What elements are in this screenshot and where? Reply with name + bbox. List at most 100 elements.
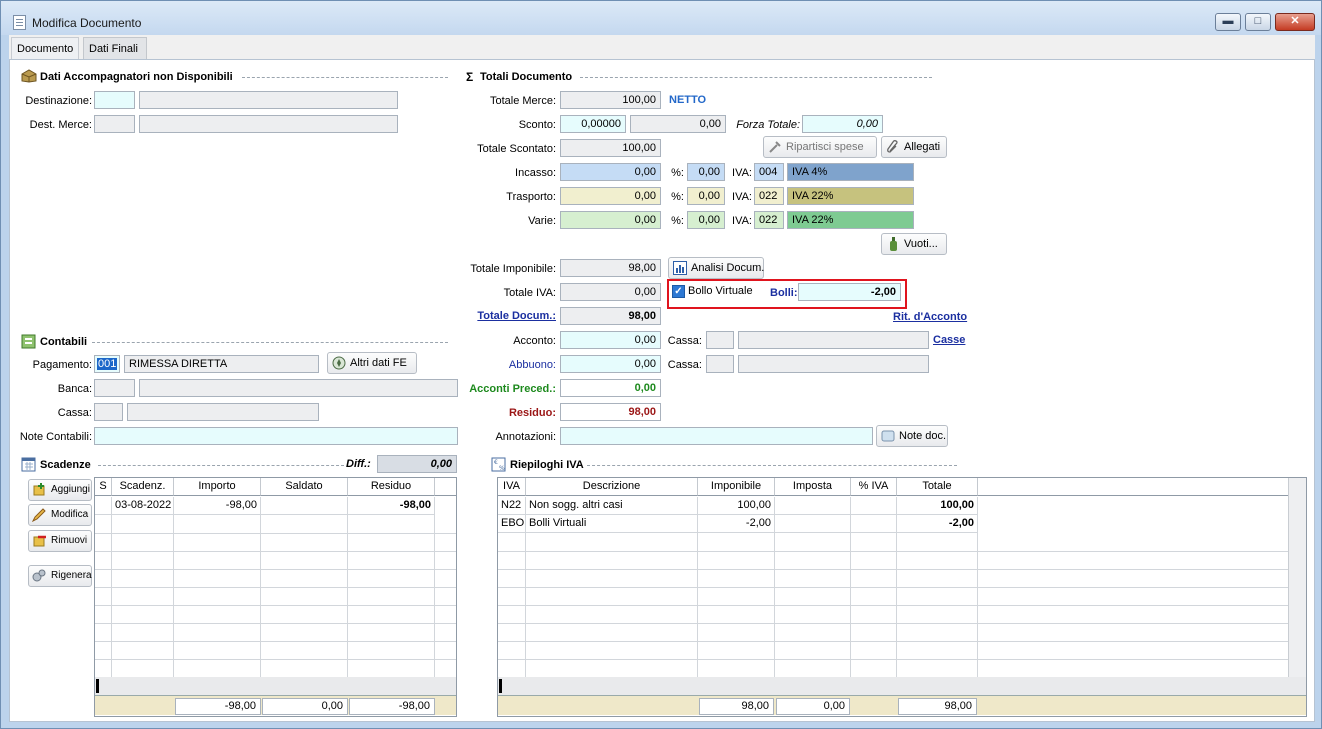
rigenera-button[interactable]: Rigenera — [28, 565, 92, 587]
table-cell[interactable] — [851, 497, 897, 515]
banca-code-input[interactable] — [94, 379, 135, 397]
trasporto-iva-code[interactable]: 022 — [754, 187, 784, 205]
table-cell[interactable]: -98,00 — [348, 497, 435, 515]
incasso-iva-code[interactable]: 004 — [754, 163, 784, 181]
analisi-docum-button[interactable]: Analisi Docum. — [668, 257, 764, 279]
note-contabili-input[interactable] — [94, 427, 458, 445]
vuoti-button[interactable]: Vuoti... — [881, 233, 947, 255]
destinazione-desc-input[interactable] — [139, 91, 398, 109]
table-cell[interactable]: Non sogg. altri casi — [526, 497, 698, 515]
incasso-input[interactable]: 0,00 — [560, 163, 661, 181]
maximize-button[interactable]: □ — [1245, 13, 1271, 31]
rit-acconto-link[interactable]: Rit. d'Acconto — [893, 311, 967, 323]
abbuono-input[interactable]: 0,00 — [560, 355, 661, 373]
dest-merce-code-input[interactable] — [94, 115, 135, 133]
totale-merce-field[interactable]: 100,00 — [560, 91, 661, 109]
residuo-field[interactable]: 98,00 — [560, 403, 661, 421]
col-header[interactable]: % IVA — [851, 478, 897, 496]
table-cell[interactable] — [95, 497, 112, 515]
totale-imponibile-field[interactable]: 98,00 — [560, 259, 661, 277]
incasso-iva-desc[interactable]: IVA 4% — [787, 163, 914, 181]
table-cell[interactable] — [261, 497, 348, 515]
col-header[interactable]: Descrizione — [526, 478, 698, 496]
abbuono-cassa-desc[interactable] — [738, 355, 929, 373]
acconti-preced-field[interactable]: 0,00 — [560, 379, 661, 397]
vertical-scrollbar[interactable] — [1288, 478, 1306, 677]
totale-docum-link[interactable]: Totale Docum.: — [470, 310, 556, 322]
minimize-button[interactable]: ▬ — [1215, 13, 1241, 31]
paperclip-icon — [887, 140, 898, 153]
table-cell[interactable]: Bolli Virtuali — [526, 515, 698, 533]
tab-documento[interactable]: Documento — [11, 37, 80, 59]
horizontal-scrollbar[interactable] — [498, 677, 1306, 695]
note-doc-button[interactable]: Note doc. — [876, 425, 948, 447]
col-header[interactable]: Residuo — [348, 478, 435, 496]
altri-dati-fe-button[interactable]: Altri dati FE — [327, 352, 417, 374]
trasporto-pct-input[interactable]: 0,00 — [687, 187, 725, 205]
ripartisci-spese-button[interactable]: Ripartisci spese — [763, 136, 877, 158]
col-header[interactable]: Scadenz. — [112, 478, 174, 496]
varie-input[interactable]: 0,00 — [560, 211, 661, 229]
varie-iva-desc[interactable]: IVA 22% — [787, 211, 914, 229]
table-cell[interactable]: 100,00 — [698, 497, 775, 515]
table-cell[interactable]: 100,00 — [897, 497, 978, 515]
destinazione-code-input[interactable] — [94, 91, 135, 109]
acconto-cassa-desc[interactable] — [738, 331, 929, 349]
totale-iva-field[interactable]: 0,00 — [560, 283, 661, 301]
table-cell[interactable]: -2,00 — [698, 515, 775, 533]
bolli-input[interactable]: -2,00 — [798, 283, 901, 301]
table-cell[interactable]: -98,00 — [174, 497, 261, 515]
col-header[interactable]: Totale — [897, 478, 978, 496]
row-line — [95, 605, 456, 606]
col-header[interactable]: Saldato — [261, 478, 348, 496]
dest-merce-desc-input[interactable] — [139, 115, 398, 133]
table-cell[interactable]: N22 — [498, 497, 526, 515]
col-line — [260, 515, 261, 677]
diff-field[interactable]: 0,00 — [377, 455, 457, 473]
sconto-pct-input[interactable]: 0,00000 — [560, 115, 626, 133]
totale-scontato-field[interactable]: 100,00 — [560, 139, 661, 157]
cassa-label: Cassa: — [57, 407, 92, 419]
col-header[interactable]: Imposta — [775, 478, 851, 496]
table-cell[interactable] — [775, 515, 851, 533]
acconto-cassa-code[interactable] — [706, 331, 734, 349]
horizontal-scrollbar[interactable] — [95, 677, 456, 695]
sconto-value-field[interactable]: 0,00 — [630, 115, 726, 133]
casse-link[interactable]: Casse — [933, 334, 965, 346]
modifica-button[interactable]: Modifica — [28, 504, 92, 526]
forza-totale-input[interactable]: 0,00 — [802, 115, 883, 133]
aggiungi-button[interactable]: Aggiungi — [28, 479, 92, 501]
allegati-button[interactable]: Allegati — [881, 136, 947, 158]
annotazioni-input[interactable] — [560, 427, 873, 445]
varie-pct-input[interactable]: 0,00 — [687, 211, 725, 229]
col-header[interactable]: Importo — [174, 478, 261, 496]
trasporto-input[interactable]: 0,00 — [560, 187, 661, 205]
abbuono-cassa-code[interactable] — [706, 355, 734, 373]
rimuovi-button[interactable]: Rimuovi — [28, 530, 92, 552]
riepiloghi-grid[interactable]: IVA Descrizione Imponibile Imposta % IVA… — [497, 477, 1307, 717]
bollo-virtuale-checkbox[interactable]: ✓ — [672, 285, 685, 298]
tab-dati-finali[interactable]: Dati Finali — [83, 37, 147, 59]
table-cell[interactable]: EBO — [498, 515, 526, 533]
varie-iva-label: IVA: — [732, 215, 752, 227]
table-cell[interactable]: 03-08-2022 — [112, 497, 174, 515]
close-button[interactable]: ✕ — [1275, 13, 1315, 31]
scadenze-grid[interactable]: S Scadenz. Importo Saldato Residuo 03-08… — [94, 477, 457, 717]
cassa-desc-input[interactable] — [127, 403, 319, 421]
totale-docum-field[interactable]: 98,00 — [560, 307, 661, 325]
col-header[interactable]: IVA — [498, 478, 526, 496]
banca-desc-input[interactable] — [139, 379, 458, 397]
table-cell[interactable] — [851, 515, 897, 533]
incasso-pct-input[interactable]: 0,00 — [687, 163, 725, 181]
col-header[interactable]: Imponibile — [698, 478, 775, 496]
trasporto-iva-desc[interactable]: IVA 22% — [787, 187, 914, 205]
table-cell[interactable]: -2,00 — [897, 515, 978, 533]
table-cell[interactable] — [775, 497, 851, 515]
pagamento-desc-field[interactable]: RIMESSA DIRETTA — [124, 355, 319, 373]
acconto-input[interactable]: 0,00 — [560, 331, 661, 349]
scadenze-title: Scadenze — [40, 459, 91, 471]
col-header[interactable]: S — [95, 478, 112, 496]
pagamento-code-input[interactable]: 001 — [94, 355, 120, 373]
varie-iva-code[interactable]: 022 — [754, 211, 784, 229]
cassa-code-input[interactable] — [94, 403, 123, 421]
